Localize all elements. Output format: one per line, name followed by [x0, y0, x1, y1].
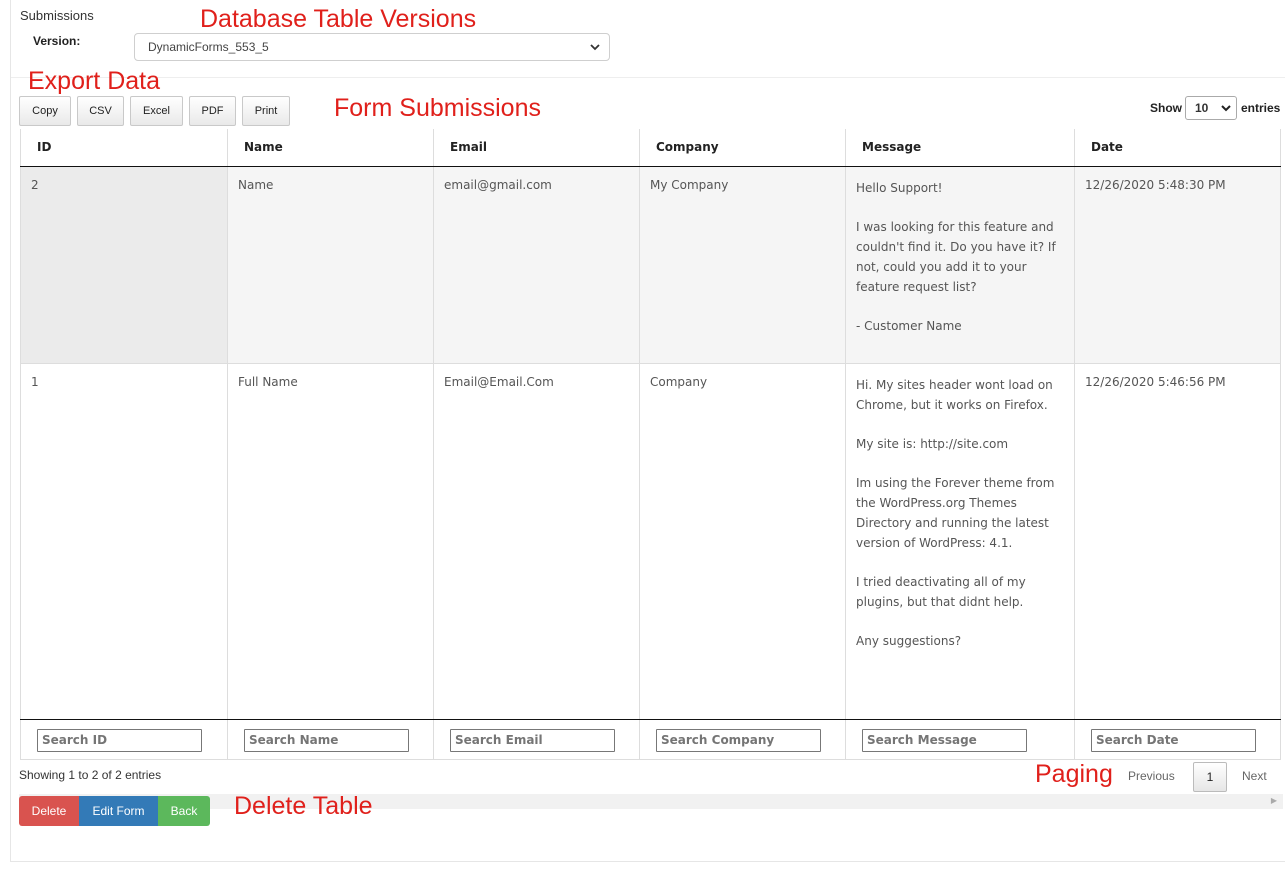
version-selected-value: DynamicForms_553_5	[148, 40, 269, 54]
print-button[interactable]: Print	[242, 96, 290, 126]
scroll-right-arrow-icon[interactable]: ▶	[1271, 796, 1277, 805]
cell-date: 12/26/2020 5:46:56 PM	[1074, 363, 1281, 720]
search-cell	[227, 719, 434, 760]
cell-id: 2	[20, 166, 228, 364]
search-cell	[1074, 719, 1281, 760]
annotation-paging: Paging	[1035, 760, 1113, 788]
search-row	[20, 719, 1281, 760]
annotation-form-submissions: Form Submissions	[334, 94, 541, 122]
search-date-input[interactable]	[1091, 728, 1256, 752]
page-1-button[interactable]: 1	[1193, 762, 1227, 792]
cell-email: Email@Email.Com	[433, 363, 640, 720]
cell-message: Hello Support! I was looking for this fe…	[845, 166, 1075, 364]
column-header-name[interactable]: Name	[227, 129, 434, 167]
next-page-button[interactable]: Next	[1242, 769, 1267, 783]
search-email-input[interactable]	[450, 728, 615, 752]
message-paragraph: Hi. My sites header wont load on Chrome,…	[856, 377, 1053, 412]
delete-button[interactable]: Delete	[19, 796, 79, 826]
annotation-database-table-versions: Database Table Versions	[200, 5, 477, 33]
column-header-company[interactable]: Company	[639, 129, 846, 167]
table-row[interactable]: 2 Name email@gmail.com My Company Hello …	[20, 166, 1281, 364]
version-select[interactable]: DynamicForms_553_5	[134, 33, 610, 61]
message-paragraph: Hello Support!	[856, 180, 943, 195]
search-cell	[639, 719, 846, 760]
search-cell	[845, 719, 1075, 760]
cell-message: Hi. My sites header wont load on Chrome,…	[845, 363, 1075, 720]
edit-form-button[interactable]: Edit Form	[79, 796, 158, 826]
back-button[interactable]: Back	[158, 796, 210, 826]
show-label: Show	[1150, 101, 1182, 115]
excel-button[interactable]: Excel	[130, 96, 183, 126]
message-paragraph: - Customer Name	[856, 318, 962, 333]
cell-company: My Company	[639, 166, 846, 364]
previous-page-button[interactable]: Previous	[1128, 769, 1175, 783]
submissions-table: ID Name Email Company Message Date 2 Nam…	[20, 129, 1281, 760]
message-paragraph: My site is: http://site.com	[856, 436, 1009, 451]
search-cell	[433, 719, 640, 760]
cell-date: 12/26/2020 5:48:30 PM	[1074, 166, 1281, 364]
search-name-input[interactable]	[244, 728, 409, 752]
cell-name: Name	[227, 166, 434, 364]
annotation-delete-table: Delete Table	[234, 792, 373, 820]
csv-button[interactable]: CSV	[77, 96, 124, 126]
entries-label: entries	[1241, 101, 1281, 115]
column-header-email[interactable]: Email	[433, 129, 640, 167]
divider	[11, 77, 1285, 78]
table-header-row: ID Name Email Company Message Date	[20, 129, 1281, 167]
search-id-input[interactable]	[37, 728, 202, 752]
chevron-down-icon	[1221, 105, 1231, 112]
column-header-message[interactable]: Message	[845, 129, 1075, 167]
search-company-input[interactable]	[656, 728, 821, 752]
search-message-input[interactable]	[862, 728, 1027, 752]
table-row[interactable]: 1 Full Name Email@Email.Com Company Hi. …	[20, 363, 1281, 720]
column-header-id[interactable]: ID	[20, 129, 228, 167]
annotation-export-data: Export Data	[28, 67, 161, 95]
chevron-down-icon	[590, 44, 600, 51]
message-paragraph: I tried deactivating all of my plugins, …	[856, 574, 1026, 609]
cell-company: Company	[639, 363, 846, 720]
page-length-value: 10	[1195, 101, 1209, 115]
copy-button[interactable]: Copy	[19, 96, 71, 126]
message-paragraph: Im using the Forever theme from the Word…	[856, 475, 1055, 550]
cell-name: Full Name	[227, 363, 434, 720]
search-cell	[20, 719, 228, 760]
pdf-button[interactable]: PDF	[189, 96, 236, 126]
table-info: Showing 1 to 2 of 2 entries	[19, 768, 162, 782]
message-paragraph: Any suggestions?	[856, 633, 962, 648]
page-length-select[interactable]: 10	[1185, 96, 1237, 120]
column-header-date[interactable]: Date	[1074, 129, 1281, 167]
message-paragraph: I was looking for this feature and could…	[856, 219, 1056, 294]
panel-title: Submissions	[20, 8, 94, 23]
version-label: Version:	[33, 34, 81, 48]
cell-email: email@gmail.com	[433, 166, 640, 364]
cell-id: 1	[20, 363, 228, 720]
